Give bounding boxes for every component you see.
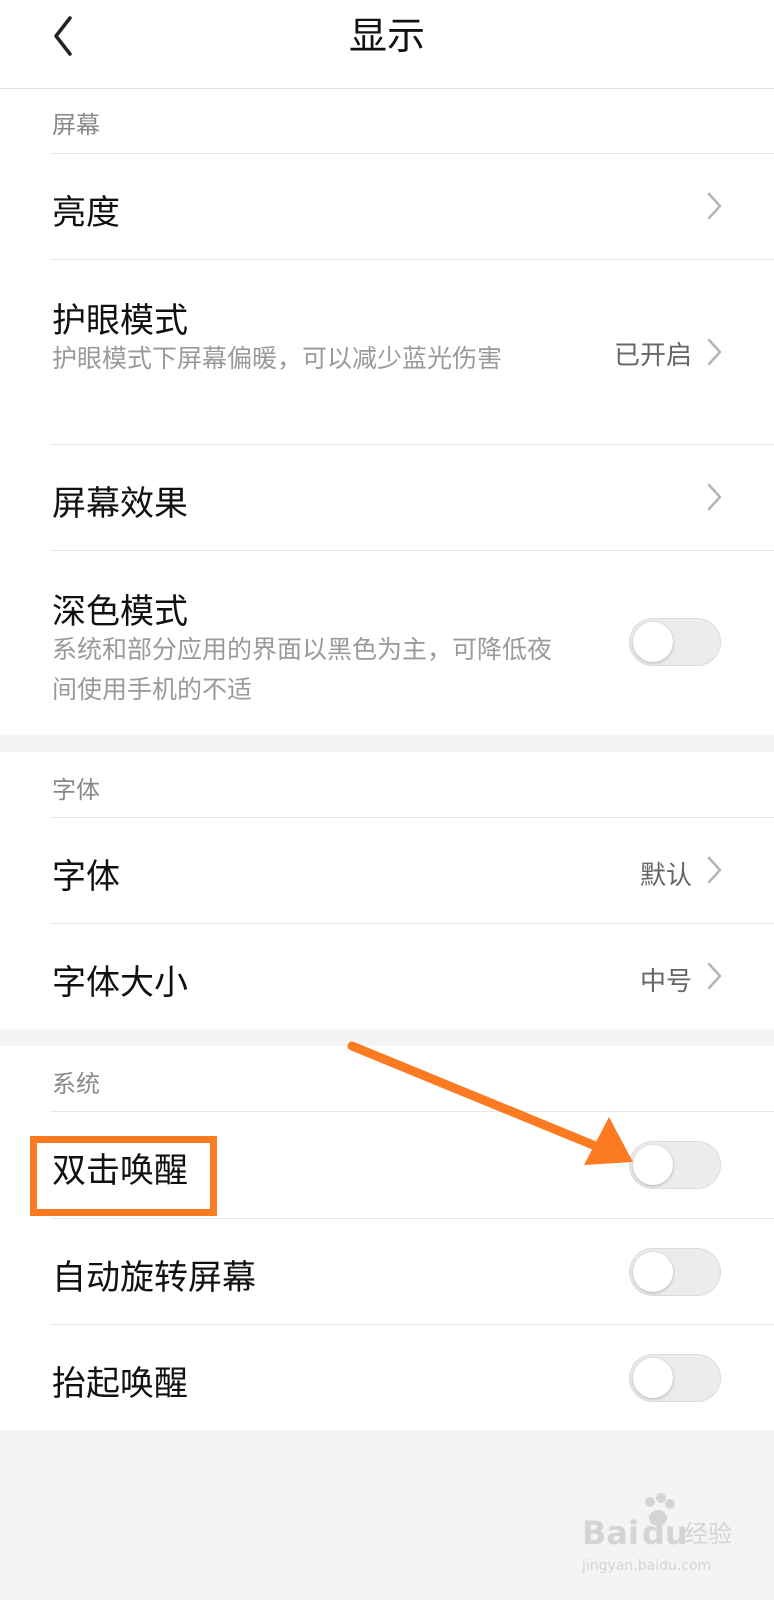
svg-text:du: du	[642, 1514, 688, 1552]
svg-text:jingyan.baidu.com: jingyan.baidu.com	[581, 1558, 711, 1574]
annotation-arrow-icon	[347, 1041, 633, 1165]
svg-text:Bai: Bai	[582, 1514, 639, 1552]
baidu-watermark-logo: Bai du 经验 jingyan.baidu.com	[581, 1493, 732, 1574]
svg-text:经验: 经验	[684, 1520, 732, 1548]
